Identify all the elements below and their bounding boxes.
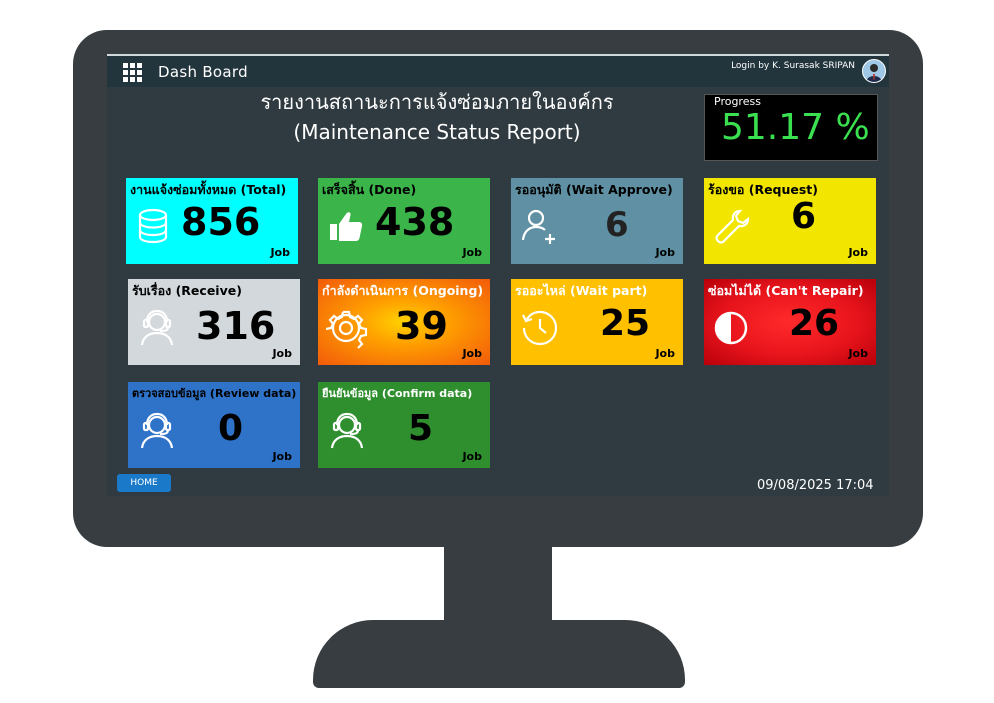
tile-title: รออนุมัติ (Wait Approve) bbox=[515, 182, 673, 197]
tile-value: 39 bbox=[395, 304, 448, 348]
datetime-display: 09/08/2025 17:04 bbox=[757, 478, 874, 493]
thumbs-up-icon bbox=[326, 206, 368, 248]
tile-done[interactable]: เสร็จสิ้น (Done) 438 Job bbox=[318, 178, 490, 264]
tile-review-data[interactable]: ตรวจสอบข้อมูล (Review data) 0 Job bbox=[128, 382, 300, 468]
tile-ongoing[interactable]: กำลังดำเนินการ (Ongoing) 39 Job bbox=[318, 279, 490, 365]
gear-icon bbox=[325, 307, 368, 349]
tile-title: งานแจ้งซ่อมทั้งหมด (Total) bbox=[130, 182, 287, 197]
progress-panel: Progress 51.17 % bbox=[704, 94, 878, 161]
page-title: รายงานสถานะการแจ้งซ่อมภายในองค์กร (Maint… bbox=[207, 87, 667, 147]
wrench-icon bbox=[712, 206, 754, 248]
headset-agent-icon bbox=[326, 410, 368, 452]
app-grid-icon[interactable] bbox=[123, 63, 143, 83]
tile-total[interactable]: งานแจ้งซ่อมทั้งหมด (Total) 856 Job bbox=[126, 178, 298, 264]
progress-value: 51.17 % bbox=[721, 107, 870, 148]
monitor-stand-neck bbox=[444, 540, 552, 632]
tile-title: กำลังดำเนินการ (Ongoing) bbox=[322, 283, 484, 298]
headset-agent-icon bbox=[136, 410, 178, 452]
tile-cant-repair[interactable]: ซ่อมไม่ได้ (Can't Repair) 26 Job bbox=[704, 279, 876, 365]
home-button[interactable]: HOME bbox=[117, 474, 171, 492]
app-title: Dash Board bbox=[158, 63, 248, 81]
dashboard-screen: Dash Board Login by K. Surasak SRIPAN รา… bbox=[107, 54, 889, 496]
tile-title: รออะไหล่ (Wait part) bbox=[515, 283, 648, 298]
tile-value: 316 bbox=[196, 304, 276, 348]
tile-unit: Job bbox=[655, 246, 675, 259]
tile-receive[interactable]: รับเรื่อง (Receive) 316 Job bbox=[128, 279, 300, 365]
half-circle-icon bbox=[712, 307, 754, 349]
headset-agent-icon bbox=[136, 307, 178, 349]
tile-unit: Job bbox=[270, 246, 290, 259]
tile-value: 438 bbox=[375, 200, 455, 244]
tile-value: 856 bbox=[181, 200, 261, 244]
tile-confirm-data[interactable]: ยืนยันข้อมูล (Confirm data) 5 Job bbox=[318, 382, 490, 468]
tile-title: เสร็จสิ้น (Done) bbox=[322, 182, 417, 197]
tile-unit: Job bbox=[848, 246, 868, 259]
tile-unit: Job bbox=[848, 347, 868, 360]
database-icon bbox=[134, 206, 176, 248]
tile-value: 26 bbox=[789, 303, 840, 344]
tile-title: ตรวจสอบข้อมูล (Review data) bbox=[132, 387, 297, 400]
tile-value: 0 bbox=[218, 408, 244, 449]
tile-value: 6 bbox=[791, 196, 817, 237]
tile-unit: Job bbox=[462, 347, 482, 360]
tile-unit: Job bbox=[272, 450, 292, 463]
tile-value: 25 bbox=[600, 303, 651, 344]
user-avatar[interactable] bbox=[862, 59, 886, 83]
tile-title: ยืนยันข้อมูล (Confirm data) bbox=[322, 387, 473, 400]
tile-value: 6 bbox=[605, 205, 629, 245]
page-title-english: (Maintenance Status Report) bbox=[293, 120, 581, 144]
tile-title: ซ่อมไม่ได้ (Can't Repair) bbox=[708, 283, 864, 298]
user-add-icon bbox=[519, 206, 561, 248]
tile-value: 5 bbox=[408, 408, 434, 449]
tile-unit: Job bbox=[462, 450, 482, 463]
tile-unit: Job bbox=[655, 347, 675, 360]
monitor-stand-base bbox=[313, 620, 685, 688]
tile-request[interactable]: ร้องขอ (Request) 6 Job bbox=[704, 178, 876, 264]
tile-wait-part[interactable]: รออะไหล่ (Wait part) 25 Job bbox=[511, 279, 683, 365]
history-clock-icon bbox=[519, 307, 561, 349]
login-info: Login by K. Surasak SRIPAN bbox=[731, 61, 855, 71]
tile-unit: Job bbox=[272, 347, 292, 360]
page-title-thai: รายงานสถานะการแจ้งซ่อมภายในองค์กร bbox=[260, 90, 614, 114]
tile-title: รับเรื่อง (Receive) bbox=[132, 283, 242, 298]
top-bar: Dash Board Login by K. Surasak SRIPAN bbox=[107, 54, 889, 87]
tile-unit: Job bbox=[462, 246, 482, 259]
tile-wait-approve[interactable]: รออนุมัติ (Wait Approve) 6 Job bbox=[511, 178, 683, 264]
